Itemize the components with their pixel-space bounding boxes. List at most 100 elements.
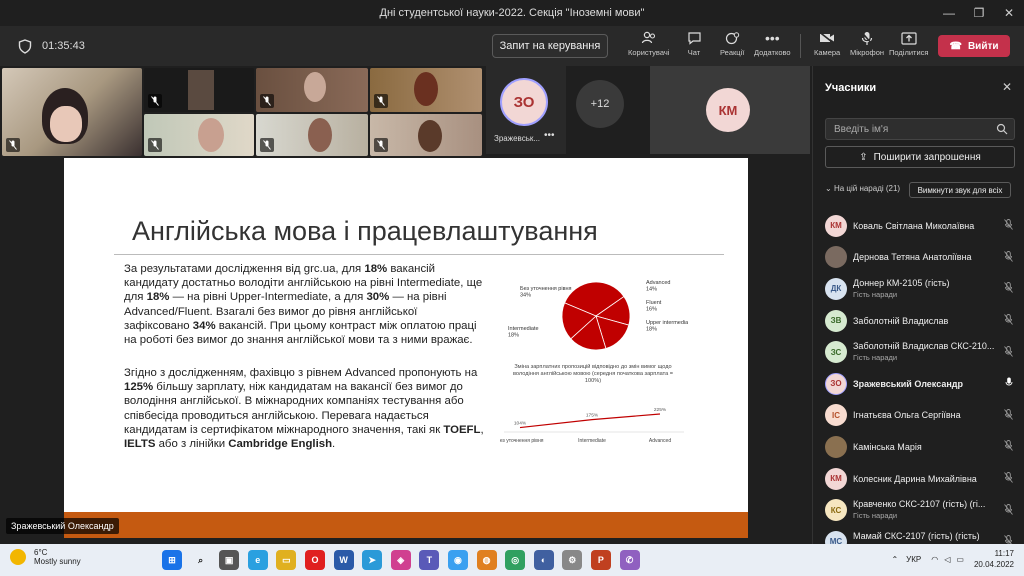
participant-video[interactable]	[370, 68, 482, 112]
app-icon[interactable]: ◐	[533, 550, 554, 570]
taskbar-apps: ⊞ ⌕ ▣ e ▭ O W ➤ ◈ T ◉ ◍ ◎ ◐ ⚙ P ✆	[162, 550, 648, 570]
mic-off-icon	[859, 30, 875, 46]
close-window-icon[interactable]: ✕	[994, 0, 1024, 26]
avatar-name: Зражевськ...	[494, 134, 541, 143]
participant-row[interactable]: КМ Колесник Дарина Михайлівна	[813, 463, 1024, 495]
avatar: КМ	[825, 214, 847, 237]
participant-video[interactable]	[144, 68, 254, 112]
participant-row[interactable]: Камінська Марія	[813, 431, 1024, 463]
powerpoint-icon[interactable]: P	[590, 550, 611, 570]
participant-list: КМ Коваль Світлана Миколаївна Дернова Тетя…	[813, 210, 1024, 558]
telegram-icon[interactable]: ➤	[362, 550, 383, 570]
mic-off-icon	[374, 94, 388, 108]
language-indicator[interactable]: УКР	[906, 555, 921, 564]
search-input[interactable]: Введіть ім'я	[825, 118, 1015, 140]
share-invite-button[interactable]: ⇪ Поширити запрошення	[825, 146, 1015, 168]
chrome-icon[interactable]: ◎	[505, 550, 526, 570]
more-options-button[interactable]: ••• Додатково	[754, 30, 791, 57]
microphone-button[interactable]: Мікрофон	[850, 30, 884, 57]
participant-row[interactable]: ЗО Зражевський Олександр	[813, 368, 1024, 400]
system-tray: ⌃ УКР ◠ ◁ ▭ 11:17 20.04.2022	[891, 548, 1014, 570]
chat-button[interactable]: Чат	[686, 30, 702, 57]
participant-name: Заболотній Владислав СКС-210...	[853, 341, 995, 352]
share-icon: ⇪	[859, 151, 868, 163]
timer-text: 01:35:43	[42, 40, 85, 52]
mic-off-icon	[260, 138, 274, 152]
app-icon[interactable]: ◍	[476, 550, 497, 570]
mic-off-icon	[148, 138, 162, 152]
participant-row[interactable]: ЗС Заболотній Владислав СКС-210... Гість н…	[813, 336, 1024, 368]
participant-row[interactable]: ДК Доннер КМ-2105 (гість) Гість наради	[813, 273, 1024, 305]
clock[interactable]: 11:17 20.04.2022	[974, 548, 1014, 570]
opera-icon[interactable]: O	[304, 550, 325, 570]
in-meeting-header[interactable]: ⌄ На цій нараді (21)	[825, 184, 900, 193]
participant-video[interactable]	[2, 68, 142, 156]
presenter-name-label: Зражевський Олександр	[6, 518, 119, 534]
participant-row[interactable]: КМ Коваль Світлана Миколаївна	[813, 210, 1024, 242]
participant-avatar-tile[interactable]: ЗО Зражевськ... •••	[486, 66, 566, 154]
maximize-icon[interactable]: ❐	[964, 0, 994, 26]
participant-video[interactable]	[256, 68, 368, 112]
edge-icon[interactable]: e	[247, 550, 268, 570]
mic-off-icon	[1004, 250, 1013, 264]
x-tick-label: Без уточнення рівня	[500, 438, 544, 444]
person-silhouette	[308, 118, 332, 152]
app-icon[interactable]: ⚙	[562, 550, 583, 570]
task-view-icon[interactable]: ▣	[219, 550, 240, 570]
pie-label: Advanced 14%	[646, 280, 670, 293]
close-icon[interactable]: ✕	[1002, 80, 1012, 94]
participant-row[interactable]: ІС Ігнатьєва Ольга Сергіївна	[813, 400, 1024, 432]
line-chart-title: Зміна зарплатних пропозицій відповідно д…	[512, 364, 674, 384]
weather-widget[interactable]: 6°C Mostly sunny	[10, 548, 81, 566]
avatar: ЗВ	[825, 309, 847, 332]
request-control-button[interactable]: Запит на керування	[492, 34, 608, 58]
participant-video[interactable]	[370, 114, 482, 156]
more-participants-counter[interactable]: +12	[576, 80, 624, 128]
mic-off-icon	[1004, 219, 1013, 232]
participant-row[interactable]: КС Кравченко СКС-2107 (гість) (гі... Гість…	[813, 494, 1024, 526]
battery-icon[interactable]: ▭	[956, 555, 964, 564]
weather-temp: 6°C	[34, 548, 48, 557]
wifi-icon[interactable]: ◠	[931, 555, 938, 564]
app-icon[interactable]: ◉	[447, 550, 468, 570]
data-label: 104%	[514, 421, 527, 427]
mic-off-icon	[374, 138, 388, 152]
face-shape	[50, 106, 82, 142]
teams-icon[interactable]: T	[419, 550, 440, 570]
person-silhouette	[188, 70, 214, 110]
mute-all-button[interactable]: Вимкнути звук для всіх	[909, 182, 1011, 198]
avatar: ЗО	[500, 78, 548, 126]
share-button[interactable]: Поділитися	[889, 30, 928, 57]
viber-icon[interactable]: ✆	[619, 550, 640, 570]
app-icon[interactable]: ◈	[390, 550, 411, 570]
participants-button[interactable]: Користувачі	[628, 30, 669, 57]
title-divider	[114, 254, 724, 255]
participant-row[interactable]: ЗВ Заболотній Владислав	[813, 305, 1024, 337]
file-explorer-icon[interactable]: ▭	[276, 550, 297, 570]
leave-button[interactable]: ☎ Вийти	[938, 35, 1010, 57]
participant-row[interactable]: Дернова Тетяна Анатоліївна	[813, 242, 1024, 274]
camera-button[interactable]: Камера	[814, 30, 840, 57]
participant-avatar-tile[interactable]: КМ	[650, 66, 810, 154]
volume-icon[interactable]: ◁	[944, 555, 950, 564]
x-tick-label: Advanced	[649, 438, 671, 444]
participant-name: Доннер КМ-2105 (гість)	[853, 278, 950, 289]
slide-title: Англійська мова і працевлаштування	[132, 216, 598, 246]
pie-label: Без уточнення рівня 34%	[520, 286, 572, 299]
reactions-button[interactable]: Реакції	[720, 30, 744, 57]
chevron-up-icon[interactable]: ⌃	[891, 555, 898, 564]
windows-start-icon[interactable]: ⊞	[162, 550, 182, 570]
chat-icon	[686, 30, 702, 46]
word-icon[interactable]: W	[333, 550, 354, 570]
panel-title: Учасники	[825, 82, 877, 94]
mic-off-icon	[6, 138, 20, 152]
search-icon[interactable]: ⌕	[191, 550, 211, 570]
mic-off-icon	[1004, 440, 1013, 453]
participant-name: Коваль Світлана Миколаївна	[853, 220, 975, 231]
pie-label: Intermediate 18%	[508, 326, 539, 339]
participant-video[interactable]	[256, 114, 368, 156]
minimize-icon[interactable]: —	[934, 0, 964, 26]
participant-video[interactable]	[144, 114, 254, 156]
more-icon[interactable]: •••	[544, 130, 555, 141]
slide-paragraph-1: За результатами дослідження від grc.ua, …	[124, 263, 483, 347]
